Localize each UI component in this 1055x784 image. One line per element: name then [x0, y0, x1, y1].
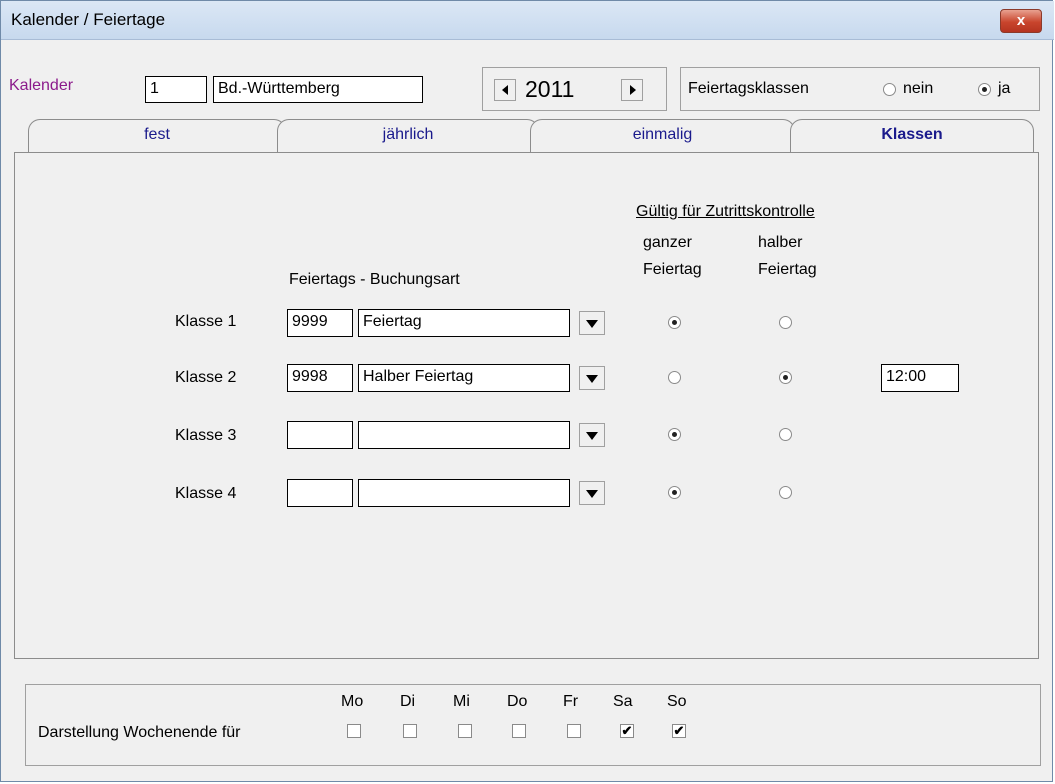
- year-selector: 2011: [482, 67, 667, 111]
- klasse-1-name-field[interactable]: Feiertag: [358, 309, 570, 337]
- day-do-checkbox[interactable]: [512, 724, 526, 738]
- klasse-2-code-field[interactable]: 9998: [287, 364, 353, 392]
- next-year-button[interactable]: [621, 79, 643, 101]
- klassen-panel: [14, 152, 1039, 659]
- day-mi-label: Mi: [453, 693, 470, 710]
- nein-radio[interactable]: [883, 83, 896, 96]
- window: Kalender / Feiertage x Kalender 1 Bd.-Wü…: [0, 0, 1054, 782]
- day-sa-checkbox[interactable]: ✔: [620, 724, 634, 738]
- day-so-checkbox[interactable]: ✔: [672, 724, 686, 738]
- col-halber-line2: Feiertag: [758, 261, 817, 278]
- day-mo-checkbox[interactable]: [347, 724, 361, 738]
- klasse-4-dropdown-button[interactable]: [579, 481, 605, 505]
- klasse-3-dropdown-button[interactable]: [579, 423, 605, 447]
- kalender-name-field[interactable]: Bd.-Württemberg: [213, 76, 423, 103]
- klasse-2-time-field[interactable]: 12:00: [881, 364, 959, 392]
- klasse-2-ganzer-radio[interactable]: [668, 371, 681, 384]
- day-do-label: Do: [507, 693, 528, 710]
- klasse-4-halber-radio[interactable]: [779, 486, 792, 499]
- ja-label: ja: [998, 80, 1011, 97]
- col-halber-line1: halber: [758, 234, 803, 251]
- close-icon: x: [1016, 12, 1026, 29]
- gueltig-header: Gültig für Zutrittskontrolle: [636, 203, 815, 220]
- close-button[interactable]: x: [1000, 9, 1042, 33]
- klasse-2-dropdown-button[interactable]: [579, 366, 605, 390]
- tab-klassen[interactable]: Klassen: [790, 119, 1034, 154]
- tab-jaehrlich-label: jährlich: [382, 126, 434, 143]
- klasse-1-code-field[interactable]: 9999: [287, 309, 353, 337]
- window-title: Kalender / Feiertage: [11, 10, 166, 29]
- tab-fest[interactable]: fest: [28, 119, 286, 153]
- klasse-1-label: Klasse 1: [175, 313, 237, 330]
- klasse-2-label: Klasse 2: [175, 369, 237, 386]
- klasse-4-ganzer-radio[interactable]: [668, 486, 681, 499]
- tab-jaehrlich[interactable]: jährlich: [277, 119, 539, 153]
- day-fr-checkbox[interactable]: [567, 724, 581, 738]
- klasse-1-halber-radio[interactable]: [779, 316, 792, 329]
- col-ganzer-line1: ganzer: [643, 234, 692, 251]
- nein-label: nein: [903, 80, 934, 97]
- tab-klassen-label: Klassen: [881, 126, 943, 143]
- klasse-1-ganzer-radio[interactable]: [668, 316, 681, 329]
- klasse-2-halber-radio[interactable]: [779, 371, 792, 384]
- ja-radio[interactable]: [978, 83, 991, 96]
- title-bar: Kalender / Feiertage x: [1, 1, 1054, 40]
- day-mo-label: Mo: [341, 693, 364, 710]
- kalender-number-field[interactable]: 1: [145, 76, 207, 103]
- tab-einmalig-label: einmalig: [632, 126, 693, 143]
- klasse-4-label: Klasse 4: [175, 485, 237, 502]
- klasse-1-dropdown-button[interactable]: [579, 311, 605, 335]
- day-so-label: So: [667, 693, 687, 710]
- day-sa-label: Sa: [613, 693, 633, 710]
- day-di-label: Di: [400, 693, 416, 710]
- klasse-3-halber-radio[interactable]: [779, 428, 792, 441]
- feiertagsklassen-label: Feiertagsklassen: [688, 80, 809, 97]
- feiertagsklassen-group: Feiertagsklassen nein ja: [680, 67, 1040, 111]
- klasse-4-name-field[interactable]: [358, 479, 570, 507]
- klasse-3-ganzer-radio[interactable]: [668, 428, 681, 441]
- kalender-label: Kalender: [9, 77, 74, 94]
- previous-year-button[interactable]: [494, 79, 516, 101]
- tab-einmalig[interactable]: einmalig: [530, 119, 795, 153]
- klasse-3-label: Klasse 3: [175, 427, 237, 444]
- klasse-4-code-field[interactable]: [287, 479, 353, 507]
- day-fr-label: Fr: [563, 693, 579, 710]
- klasse-2-name-field[interactable]: Halber Feiertag: [358, 364, 570, 392]
- day-mi-checkbox[interactable]: [458, 724, 472, 738]
- day-di-checkbox[interactable]: [403, 724, 417, 738]
- klasse-3-code-field[interactable]: [287, 421, 353, 449]
- buchungsart-header: Feiertags - Buchungsart: [289, 271, 460, 288]
- col-ganzer-line2: Feiertag: [643, 261, 702, 278]
- tab-fest-label: fest: [144, 126, 170, 143]
- year-value: 2011: [525, 76, 575, 102]
- klasse-3-name-field[interactable]: [358, 421, 570, 449]
- weekend-label: Darstellung Wochenende für: [38, 724, 241, 741]
